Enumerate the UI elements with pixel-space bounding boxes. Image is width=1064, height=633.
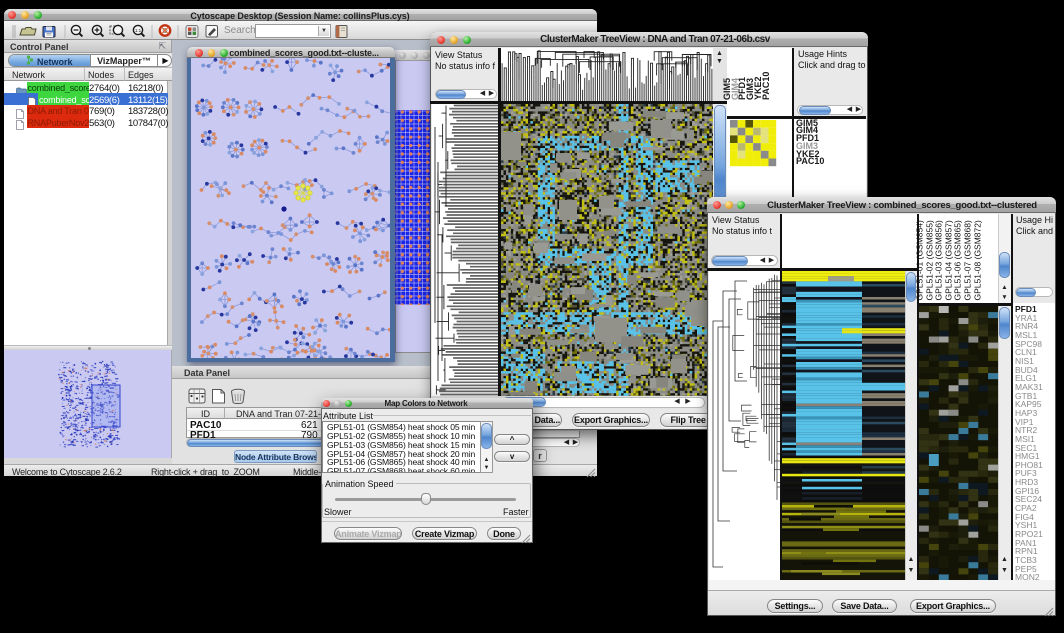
svg-text:1:1: 1:1 (135, 28, 142, 33)
